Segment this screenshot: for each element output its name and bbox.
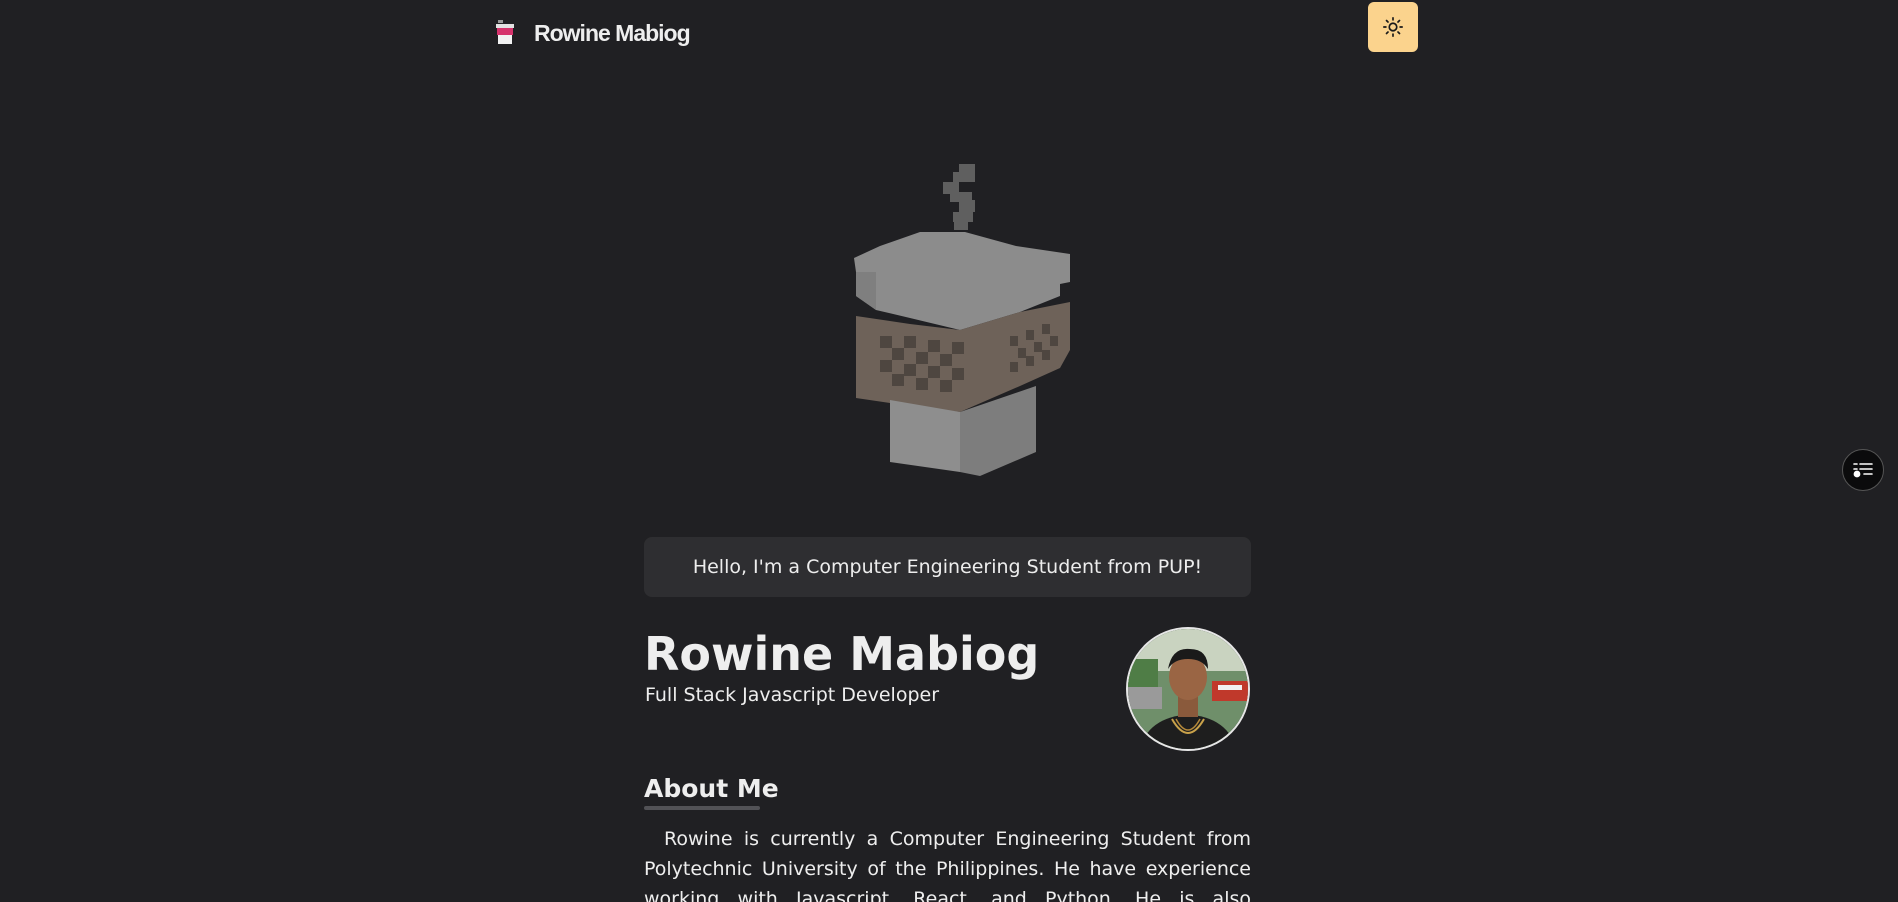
avatar — [1126, 627, 1250, 751]
about-title-underline — [644, 806, 760, 810]
greeting-text: Hello, I'm a Computer Engineering Studen… — [692, 556, 1203, 578]
sun-icon — [1383, 17, 1403, 37]
brand-link[interactable]: Rowine Mabiog — [494, 16, 691, 50]
profile-role: Full Stack Javascript Developer — [645, 684, 940, 706]
brand-name: Rowine Mabiog — [534, 19, 691, 46]
steam — [943, 164, 975, 230]
coffee-cup-icon — [496, 20, 514, 44]
about-title: About Me — [644, 774, 779, 803]
navbar: Rowine Mabiog — [0, 0, 1898, 66]
theme-toggle-button[interactable] — [1368, 2, 1418, 52]
profile-name: Rowine Mabiog — [644, 627, 1040, 681]
about-text: Rowine is currently a Computer Engineeri… — [644, 828, 1251, 902]
voxel-coffee-cup-model[interactable] — [820, 150, 1080, 490]
avatar-photo — [1128, 629, 1248, 749]
menu-list-button[interactable] — [1842, 449, 1884, 491]
menu-list-icon — [1853, 463, 1873, 478]
greeting-banner: Hello, I'm a Computer Engineering Studen… — [644, 537, 1251, 597]
page: Rowine Mabiog Hello, I'm a Computer Engi… — [0, 0, 1898, 902]
